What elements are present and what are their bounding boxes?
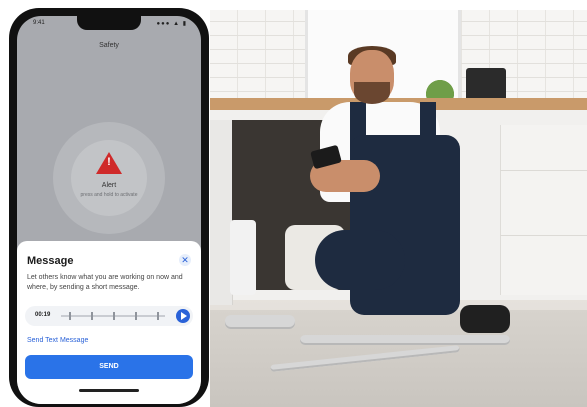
send-button[interactable]: SEND bbox=[25, 355, 193, 379]
waveform-bar bbox=[113, 312, 115, 320]
play-button[interactable] bbox=[176, 309, 190, 323]
pipe bbox=[225, 315, 295, 329]
water-filter bbox=[230, 220, 256, 295]
recording-time: 00:19 bbox=[35, 312, 51, 318]
waveform bbox=[61, 312, 165, 320]
close-icon[interactable]: ✕ bbox=[179, 254, 191, 266]
background-photo bbox=[210, 10, 587, 407]
knee bbox=[315, 230, 405, 290]
status-time: 9:41 bbox=[33, 20, 45, 26]
alert-label: Alert bbox=[101, 182, 117, 189]
waveform-bar bbox=[135, 312, 137, 320]
waveform-bar bbox=[157, 312, 159, 320]
sheet-description: Let others know what you are working on … bbox=[27, 274, 183, 291]
exclamation-icon: ! bbox=[107, 156, 111, 168]
home-indicator bbox=[79, 389, 139, 392]
message-sheet: Message ✕ Let others know what you are w… bbox=[17, 241, 201, 404]
drawer-line bbox=[500, 235, 587, 236]
plumber bbox=[310, 40, 510, 340]
waveform-bar bbox=[91, 312, 93, 320]
right-cabinet bbox=[500, 125, 587, 295]
beard bbox=[354, 82, 390, 104]
send-text-message-link[interactable]: Send Text Message bbox=[27, 337, 88, 344]
alert-sublabel: press and hold to activate bbox=[80, 192, 138, 198]
voice-recorder[interactable]: 00:19 bbox=[25, 306, 193, 326]
play-icon bbox=[181, 312, 187, 320]
screen-title: Safety bbox=[99, 42, 119, 49]
phone-screen: 9:41 ●●● ▲ ▮ Safety ! Alert press and ho… bbox=[17, 16, 201, 404]
boot bbox=[460, 305, 510, 333]
status-icons: ●●● ▲ ▮ bbox=[156, 21, 187, 27]
waveform-bar bbox=[69, 312, 71, 320]
sheet-title: Message bbox=[27, 255, 74, 267]
phone-notch bbox=[77, 16, 141, 30]
drawer-line bbox=[500, 170, 587, 171]
